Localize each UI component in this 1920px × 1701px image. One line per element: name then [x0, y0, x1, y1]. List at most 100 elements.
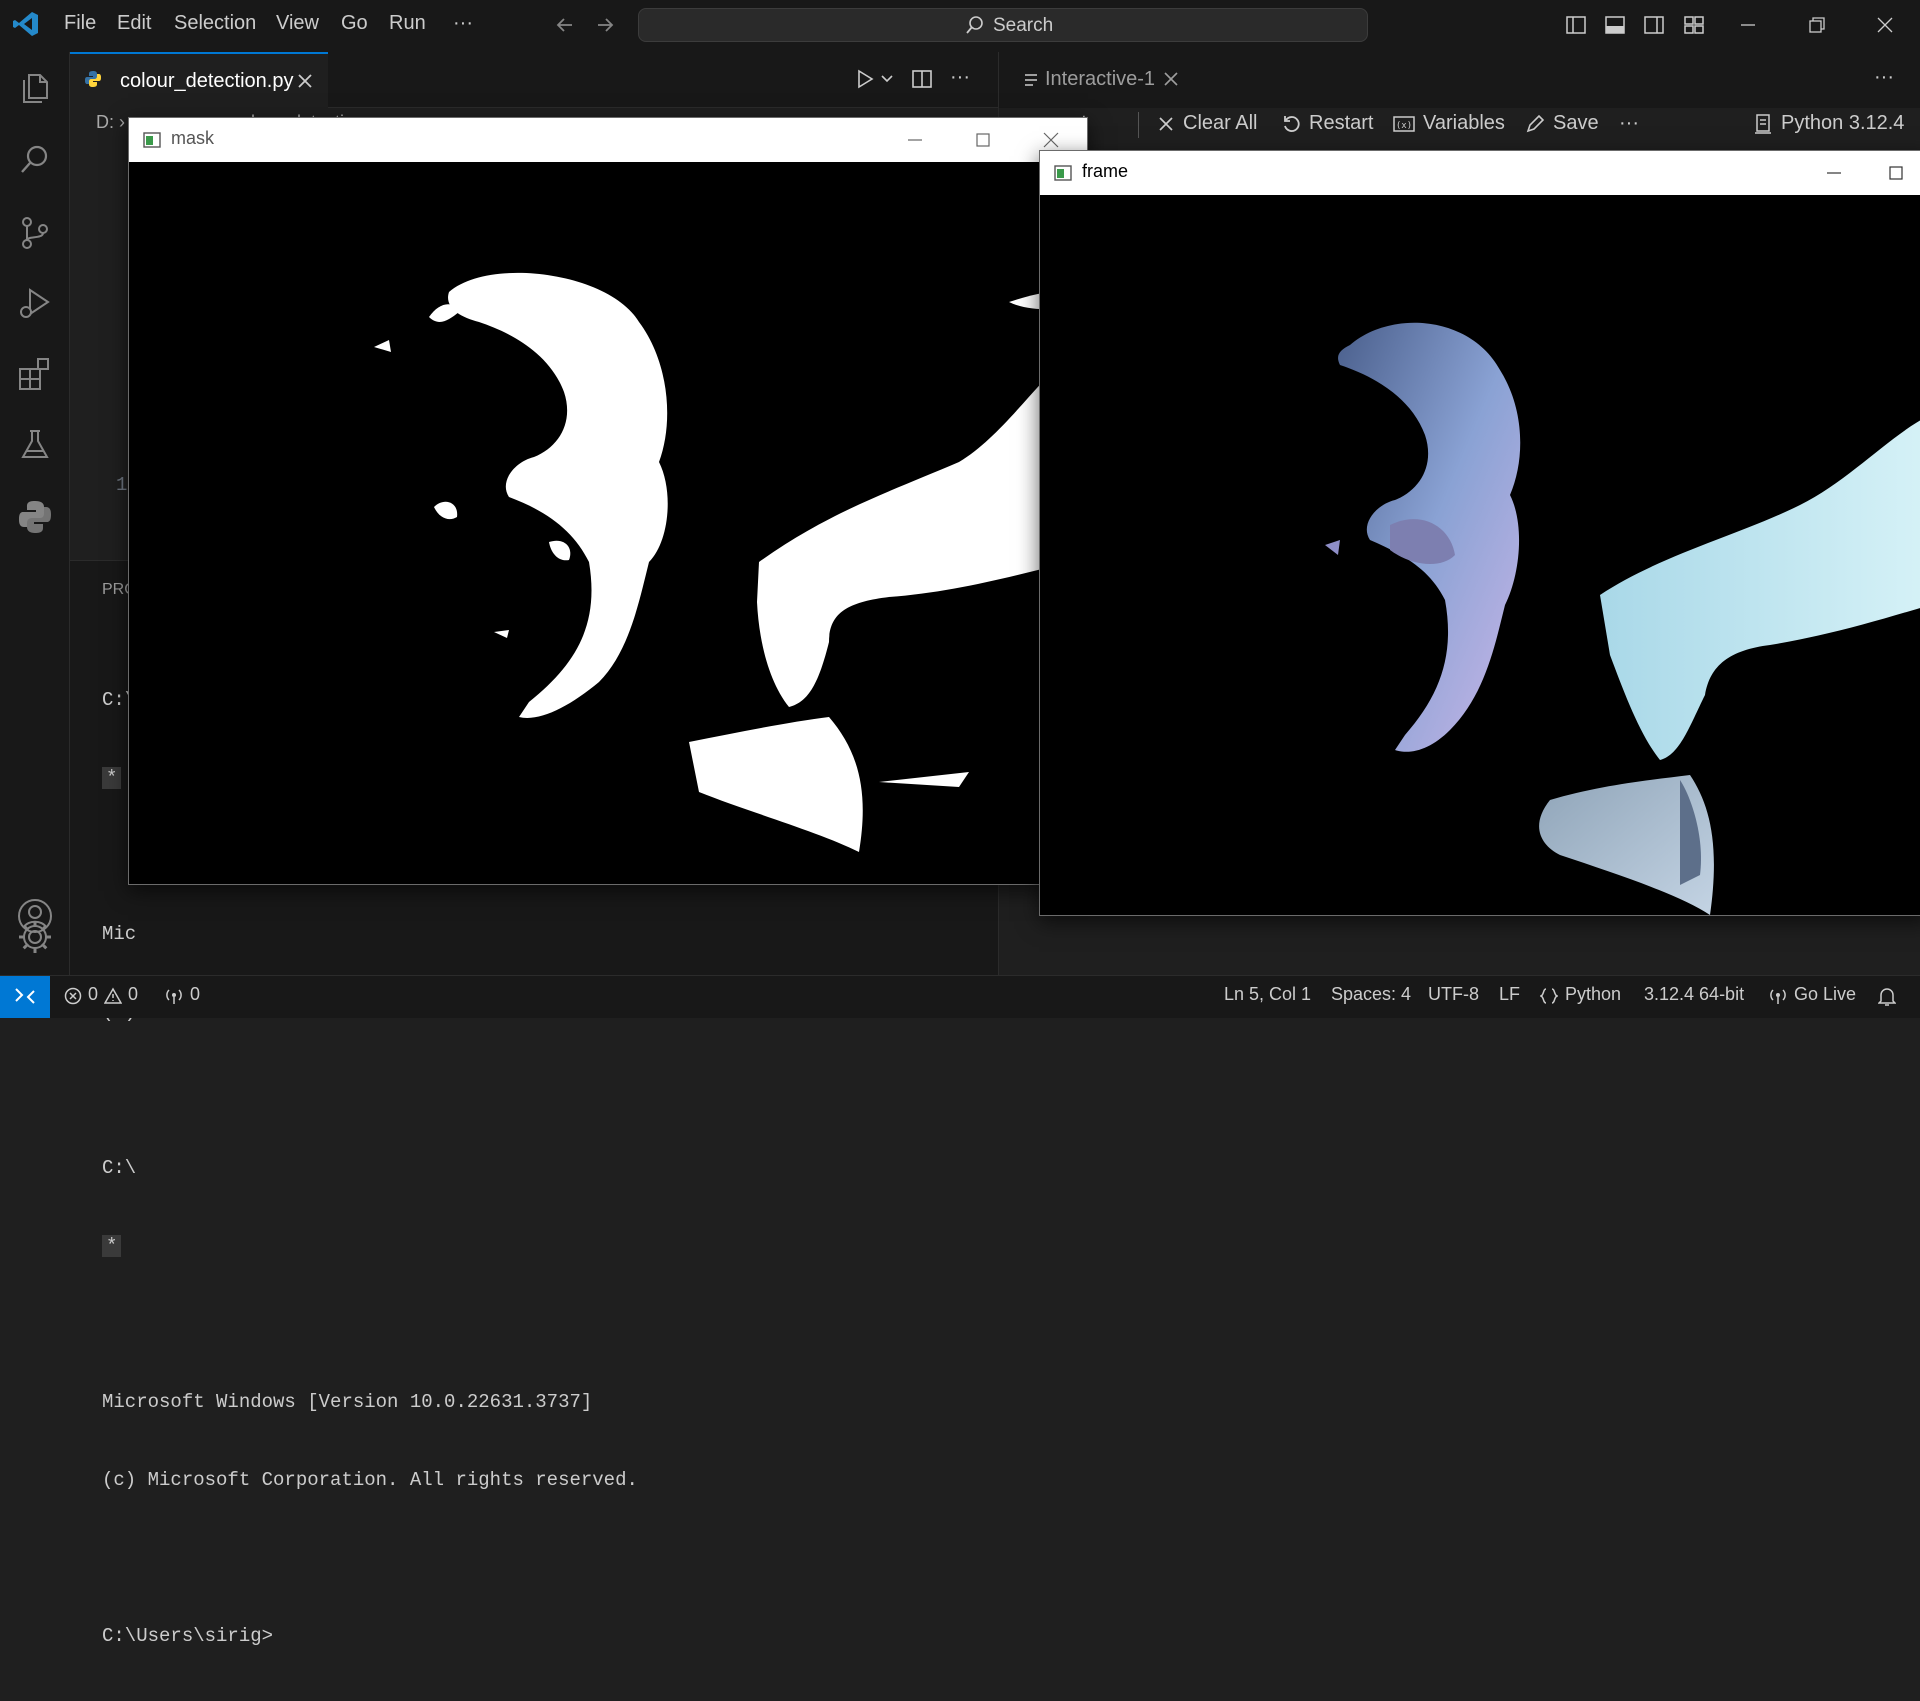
frame-minimize-icon[interactable]	[1824, 163, 1844, 183]
menu-file[interactable]: File	[64, 12, 96, 35]
title-bar: File Edit Selection View Go Run ··· Sear…	[0, 0, 1920, 52]
errors-count[interactable]: 0	[88, 984, 98, 1005]
go-live-broadcast-icon	[1768, 987, 1788, 1005]
terminal-line: *	[102, 767, 122, 789]
kernel-label: Python 3.12.4	[1781, 112, 1905, 134]
clear-all-button[interactable]: Clear All	[1157, 112, 1257, 135]
warnings-icon[interactable]	[104, 987, 122, 1005]
indentation[interactable]: Spaces: 4	[1331, 984, 1411, 1005]
restart-button[interactable]: Restart	[1281, 112, 1373, 135]
encoding[interactable]: UTF-8	[1428, 984, 1479, 1005]
end-of-line[interactable]: LF	[1499, 984, 1520, 1005]
manage-gear-icon[interactable]	[16, 918, 54, 956]
interactive-tab-bar: Interactive-1 ···	[998, 52, 1920, 108]
mask-window-title: mask	[171, 128, 215, 148]
frame-window[interactable]: frame	[1039, 150, 1920, 916]
restore-window-icon[interactable]	[1806, 14, 1828, 36]
toolbar-more-actions[interactable]: ···	[1619, 112, 1639, 135]
customize-layout-icon[interactable]	[1683, 14, 1705, 36]
mask-minimize-icon[interactable]	[905, 130, 925, 150]
save-icon	[1526, 114, 1545, 132]
menu-view[interactable]: View	[276, 12, 319, 35]
python-icon[interactable]	[16, 498, 54, 536]
menu-run[interactable]: Run	[389, 12, 426, 35]
kernel-picker[interactable]: Python 3.12.4	[1753, 112, 1904, 135]
vscode-logo-icon	[12, 10, 40, 38]
svg-text:(x): (x)	[1396, 121, 1412, 131]
ports-broadcast-icon[interactable]	[164, 987, 184, 1005]
mask-window[interactable]: mask	[128, 117, 1088, 885]
frame-maximize-icon[interactable]	[1886, 163, 1906, 183]
tab-label: colour_detection.py	[120, 70, 294, 92]
restart-label: Restart	[1309, 112, 1374, 134]
errors-icon[interactable]	[64, 987, 82, 1005]
split-editor-icon[interactable]	[911, 68, 933, 90]
minimize-window-icon[interactable]	[1737, 14, 1759, 36]
mask-close-icon[interactable]	[1041, 130, 1061, 150]
run-debug-icon[interactable]	[16, 284, 54, 322]
menu-selection[interactable]: Selection	[174, 12, 256, 35]
testing-icon[interactable]	[16, 426, 54, 464]
frame-window-titlebar[interactable]: frame	[1040, 151, 1920, 195]
variables-icon: (x)	[1393, 115, 1415, 132]
run-python-file-icon[interactable]	[854, 68, 876, 90]
editor-tab-bar: colour_detection.py ···	[70, 52, 998, 108]
search-view-icon[interactable]	[16, 141, 54, 179]
save-label: Save	[1553, 112, 1599, 134]
terminal-line: (c) Microsoft Corporation. All rights re…	[102, 1469, 638, 1491]
opencv-window-icon	[1054, 165, 1072, 181]
terminal-line: *	[102, 1235, 122, 1257]
terminal-line: Microsoft Windows [Version 10.0.22631.37…	[102, 1391, 593, 1413]
warnings-count[interactable]: 0	[128, 984, 138, 1005]
toggle-primary-sidebar-icon[interactable]	[1565, 14, 1587, 36]
language-braces-icon	[1540, 987, 1558, 1005]
save-button[interactable]: Save	[1525, 112, 1599, 135]
mask-image	[129, 162, 1087, 884]
frame-image	[1040, 195, 1920, 915]
mask-maximize-icon[interactable]	[973, 130, 993, 150]
explorer-icon[interactable]	[16, 69, 54, 107]
tab-interactive-label[interactable]: Interactive-1	[1045, 68, 1155, 91]
toolbar-divider	[1138, 112, 1139, 138]
tab-colour-detection[interactable]: colour_detection.py	[70, 52, 328, 108]
notifications-bell-icon[interactable]	[1878, 987, 1896, 1007]
close-tab-icon[interactable]	[296, 72, 314, 90]
remote-icon	[15, 988, 35, 1004]
kernel-icon	[1755, 113, 1771, 134]
python-interpreter[interactable]: 3.12.4 64-bit	[1644, 984, 1744, 1005]
cursor-position[interactable]: Ln 5, Col 1	[1224, 984, 1311, 1005]
menu-go[interactable]: Go	[341, 12, 368, 35]
forward-arrow-icon[interactable]	[594, 14, 616, 36]
back-arrow-icon[interactable]	[554, 14, 576, 36]
go-live-button[interactable]: Go Live	[1794, 984, 1856, 1005]
restart-icon	[1284, 115, 1300, 132]
editor-more-actions[interactable]: ···	[950, 66, 970, 89]
remote-indicator-button[interactable]	[0, 976, 50, 1018]
toggle-secondary-sidebar-icon[interactable]	[1643, 14, 1665, 36]
ports-count[interactable]: 0	[190, 984, 200, 1005]
interactive-window-icon	[1023, 72, 1039, 88]
search-label: Search	[993, 15, 1054, 36]
menu-edit[interactable]: Edit	[117, 12, 151, 35]
mask-window-titlebar[interactable]: mask	[129, 118, 1087, 162]
interactive-more-actions[interactable]: ···	[1874, 66, 1894, 89]
command-center-search[interactable]: Search	[638, 8, 1368, 42]
status-bar: 0 0 0 Ln 5, Col 1 Spaces: 4 UTF-8 LF Pyt…	[0, 975, 1920, 1018]
extensions-icon[interactable]	[16, 355, 54, 393]
close-window-icon[interactable]	[1874, 14, 1896, 36]
clear-icon	[1159, 116, 1173, 131]
run-dropdown-chevron-icon[interactable]	[880, 72, 894, 86]
activity-bar	[0, 52, 70, 975]
python-file-icon	[84, 70, 102, 88]
terminal-line: C:\Users\sirig>	[102, 1625, 274, 1647]
toggle-panel-icon[interactable]	[1604, 14, 1626, 36]
menu-more[interactable]: ···	[453, 12, 473, 35]
variables-button[interactable]: (x) Variables	[1393, 112, 1505, 135]
source-control-icon[interactable]	[16, 214, 54, 252]
variables-label: Variables	[1423, 112, 1505, 134]
close-interactive-tab-icon[interactable]	[1163, 71, 1179, 87]
language-mode[interactable]: Python	[1565, 984, 1621, 1005]
